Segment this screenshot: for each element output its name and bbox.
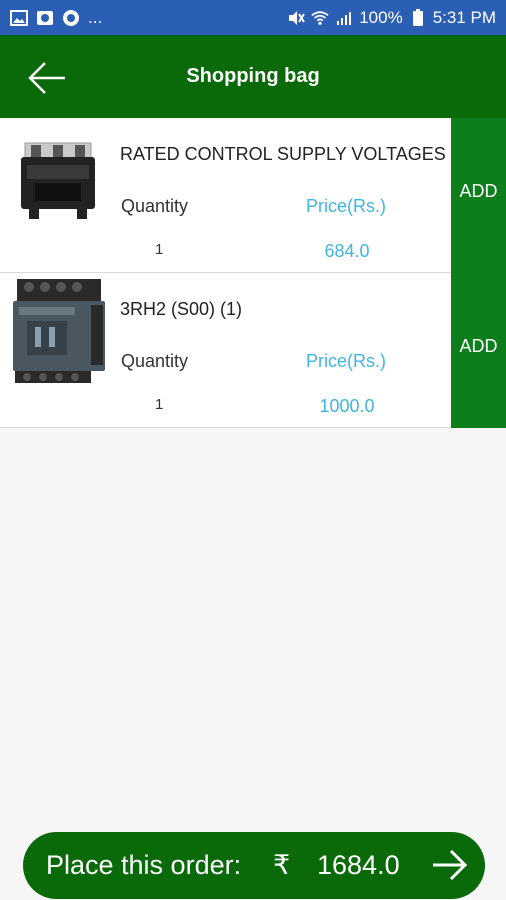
- shield-notification-icon: [62, 9, 80, 26]
- signal-icon: [335, 10, 353, 26]
- battery-percent: 100%: [359, 7, 403, 27]
- mute-icon: [287, 10, 306, 26]
- image-notification-icon: [10, 9, 28, 26]
- order-total: 1684.0: [317, 850, 400, 880]
- add-button[interactable]: ADD: [451, 118, 506, 273]
- quantity-value: 1: [155, 241, 164, 258]
- place-order-button[interactable]: Place this order: ₹ 1684.0: [23, 832, 485, 899]
- status-right: 100% 5:31 PM: [287, 8, 496, 28]
- price-label: Price(Rs.): [306, 196, 386, 216]
- currency-symbol: ₹: [273, 850, 291, 880]
- quantity-value: 1: [155, 396, 164, 413]
- app-bar: Shopping bag: [0, 35, 506, 118]
- cart-list: RATED CONTROL SUPPLY VOLTAGES Quantity P…: [0, 118, 506, 428]
- price-value: 684.0: [324, 241, 370, 261]
- product-image-contactor: [0, 118, 113, 231]
- app-notification-icon: [36, 10, 54, 26]
- more-notifications: ...: [88, 7, 103, 27]
- quantity-label: Quantity: [121, 196, 189, 216]
- status-left: ...: [10, 8, 102, 28]
- page-title: Shopping bag: [186, 65, 320, 87]
- product-image-contactor-relay: [0, 273, 113, 386]
- price-value: 1000.0: [319, 396, 375, 416]
- cart-item: 3RH2 (S00) (1) Quantity Price(Rs.) 1 100…: [0, 273, 506, 428]
- quantity-label: Quantity: [121, 351, 189, 371]
- status-bar: ... 100% 5:31 PM: [0, 0, 506, 35]
- add-button[interactable]: ADD: [451, 273, 506, 428]
- clock: 5:31 PM: [432, 7, 496, 27]
- cart-item: RATED CONTROL SUPPLY VOLTAGES Quantity P…: [0, 118, 506, 273]
- battery-icon: [409, 9, 427, 26]
- product-name: RATED CONTROL SUPPLY VOLTAGES: [120, 144, 446, 164]
- wifi-icon: [311, 10, 329, 26]
- arrow-right-icon: [431, 849, 469, 886]
- place-order-label: Place this order:: [46, 850, 242, 880]
- product-name: 3RH2 (S00) (1): [120, 299, 243, 319]
- price-label: Price(Rs.): [306, 351, 386, 371]
